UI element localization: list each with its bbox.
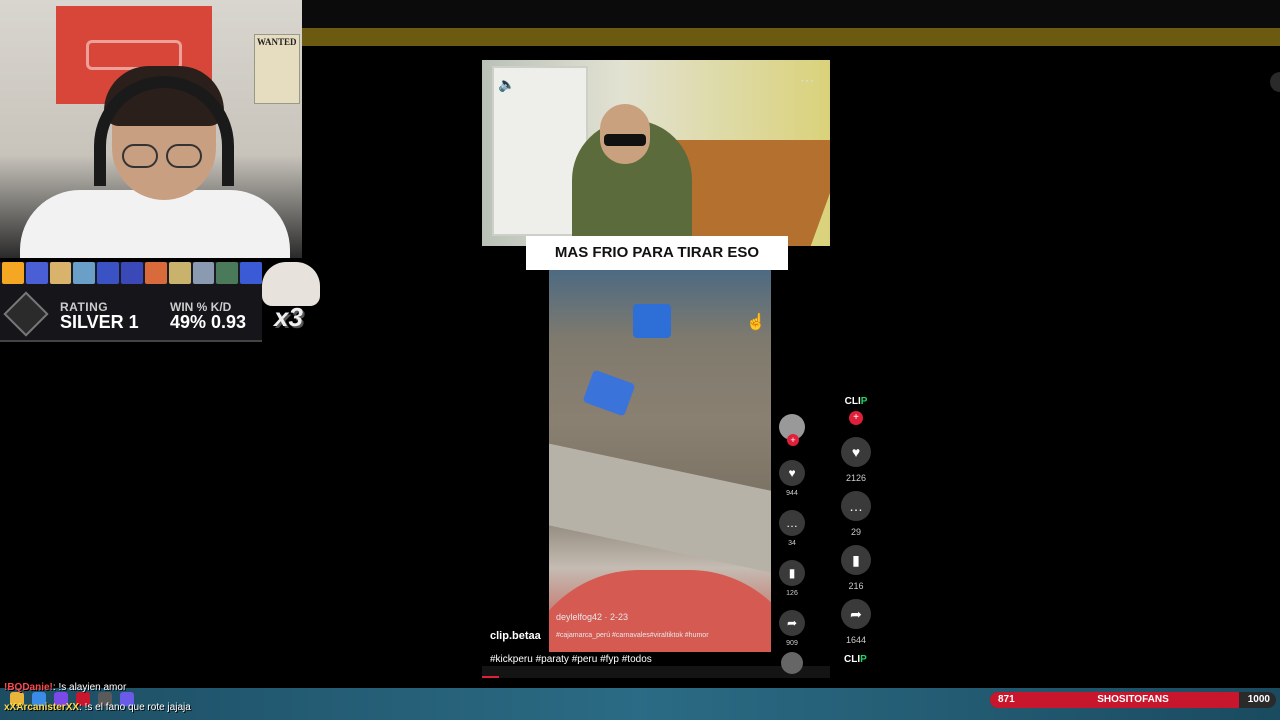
like-count: 944 — [786, 490, 798, 497]
chat-text: : !s el fano que rote jajaja — [79, 702, 191, 713]
streamer-webcam: WANTED — [0, 0, 302, 258]
rank-icon — [3, 291, 49, 337]
agent-avatar-strip — [0, 262, 262, 284]
agent-avatar — [97, 262, 120, 284]
agent-avatar — [49, 262, 72, 284]
video-tags: #cajamarca_perú #carnavales#viraltiktok … — [556, 632, 709, 639]
progress-fill — [482, 676, 500, 678]
win-kd-value: 49% 0.93 — [170, 312, 247, 332]
agent-avatar — [240, 262, 262, 284]
hand-cursor-icon: ☝ — [746, 314, 766, 331]
sub-goal-bar: 871 SHOSITOFANS 1000 — [990, 692, 1276, 708]
agent-avatar — [121, 262, 143, 284]
like-count: 2126 — [845, 473, 867, 483]
gold-banner — [302, 28, 1280, 46]
follow-plus-icon[interactable]: + — [849, 411, 863, 425]
clip-logo-text: CLI — [844, 654, 861, 665]
heart-icon[interactable]: ♥ — [779, 460, 805, 486]
agent-avatar — [216, 262, 239, 284]
chat-message: xXArcanisterXX: !s el fano que rote jaja… — [4, 702, 191, 713]
mototaxi — [582, 369, 636, 417]
chat-message: !BQDanie!: !s alayien amor — [4, 682, 126, 693]
comment-icon[interactable]: … — [779, 510, 805, 536]
save-count: 216 — [848, 581, 864, 591]
share-icon[interactable]: ➦ — [779, 610, 805, 636]
sub-goal-max: 1000 — [1247, 694, 1270, 705]
heart-icon[interactable]: ♥ — [841, 437, 871, 467]
multiplier-badge: x3 — [274, 302, 303, 332]
agent-avatar — [168, 262, 191, 284]
agent-avatar — [192, 262, 215, 284]
music-disc-icon[interactable] — [781, 652, 803, 674]
sub-goal-name: SHOSITOFANS — [1097, 694, 1169, 705]
comment-count: 29 — [850, 527, 861, 537]
clip-logo-accent: P — [860, 654, 867, 665]
wanted-poster: WANTED — [254, 34, 300, 104]
channel-name[interactable]: clip.betaa — [490, 630, 541, 642]
clip-action-rail: CLIP + ♥ 2126 … 29 ▮ 216 ➦ 1644 — [838, 396, 874, 647]
bookmark-icon[interactable]: ▮ — [841, 545, 871, 575]
comment-count: 34 — [788, 540, 796, 547]
clip-logo: CLIP — [845, 396, 868, 407]
chat-text: : !s alayien amor — [52, 682, 127, 693]
creator-avatar[interactable]: + — [779, 414, 805, 446]
agent-avatar — [2, 262, 24, 284]
sunglasses — [604, 134, 646, 146]
sidewalk — [549, 441, 771, 579]
rank-panel: RATING SILVER 1 WIN % K/D 49% 0.93 — [0, 284, 262, 342]
bookmark-icon[interactable]: ▮ — [779, 560, 805, 586]
clip-logo-accent: P — [860, 396, 868, 407]
agent-avatar — [25, 262, 48, 284]
glasses — [122, 144, 206, 170]
comment-icon[interactable]: … — [841, 491, 871, 521]
chat-username: xXArcanisterXX — [4, 702, 80, 713]
clip-logo-bottom: CLIP — [844, 654, 867, 665]
reaction-video: 🔈 ⋯ — [482, 60, 830, 246]
save-count: 126 — [786, 590, 798, 597]
rating-value: SILVER 1 — [60, 312, 139, 332]
speaker-icon[interactable]: 🔈 — [498, 76, 515, 93]
share-count: 909 — [786, 640, 798, 647]
streamer-shirt — [20, 190, 290, 258]
corner-button[interactable] — [1270, 72, 1280, 92]
video-username: deylelfog42 · 2-23 — [556, 612, 629, 622]
agent-avatar — [73, 262, 96, 284]
clip-hashtags: #kickperu #paraty #peru #fyp #todos — [490, 654, 652, 665]
follow-plus-icon[interactable]: + — [787, 434, 799, 446]
share-count: 1644 — [845, 635, 867, 645]
agent-avatar — [144, 262, 167, 284]
more-icon[interactable]: ⋯ — [800, 72, 814, 89]
tiktok-video[interactable] — [549, 270, 771, 652]
video-action-rail: + ♥ 944 … 34 ▮ 126 ➦ 909 — [776, 414, 808, 674]
red-roof — [549, 570, 771, 652]
stream-screen: WANTED RATING SILVER 1 WIN % K/D 49% 0.9… — [0, 0, 1280, 720]
poster-text: WANTED — [257, 37, 297, 47]
mototaxi — [633, 304, 671, 338]
clip-logo-text: CLI — [844, 396, 861, 407]
cat-emote — [262, 262, 320, 306]
clip-caption: MAS FRIO PARA TIRAR ESO — [526, 236, 788, 270]
chat-username: !BQDanie! — [4, 682, 53, 693]
share-icon[interactable]: ➦ — [841, 599, 871, 629]
